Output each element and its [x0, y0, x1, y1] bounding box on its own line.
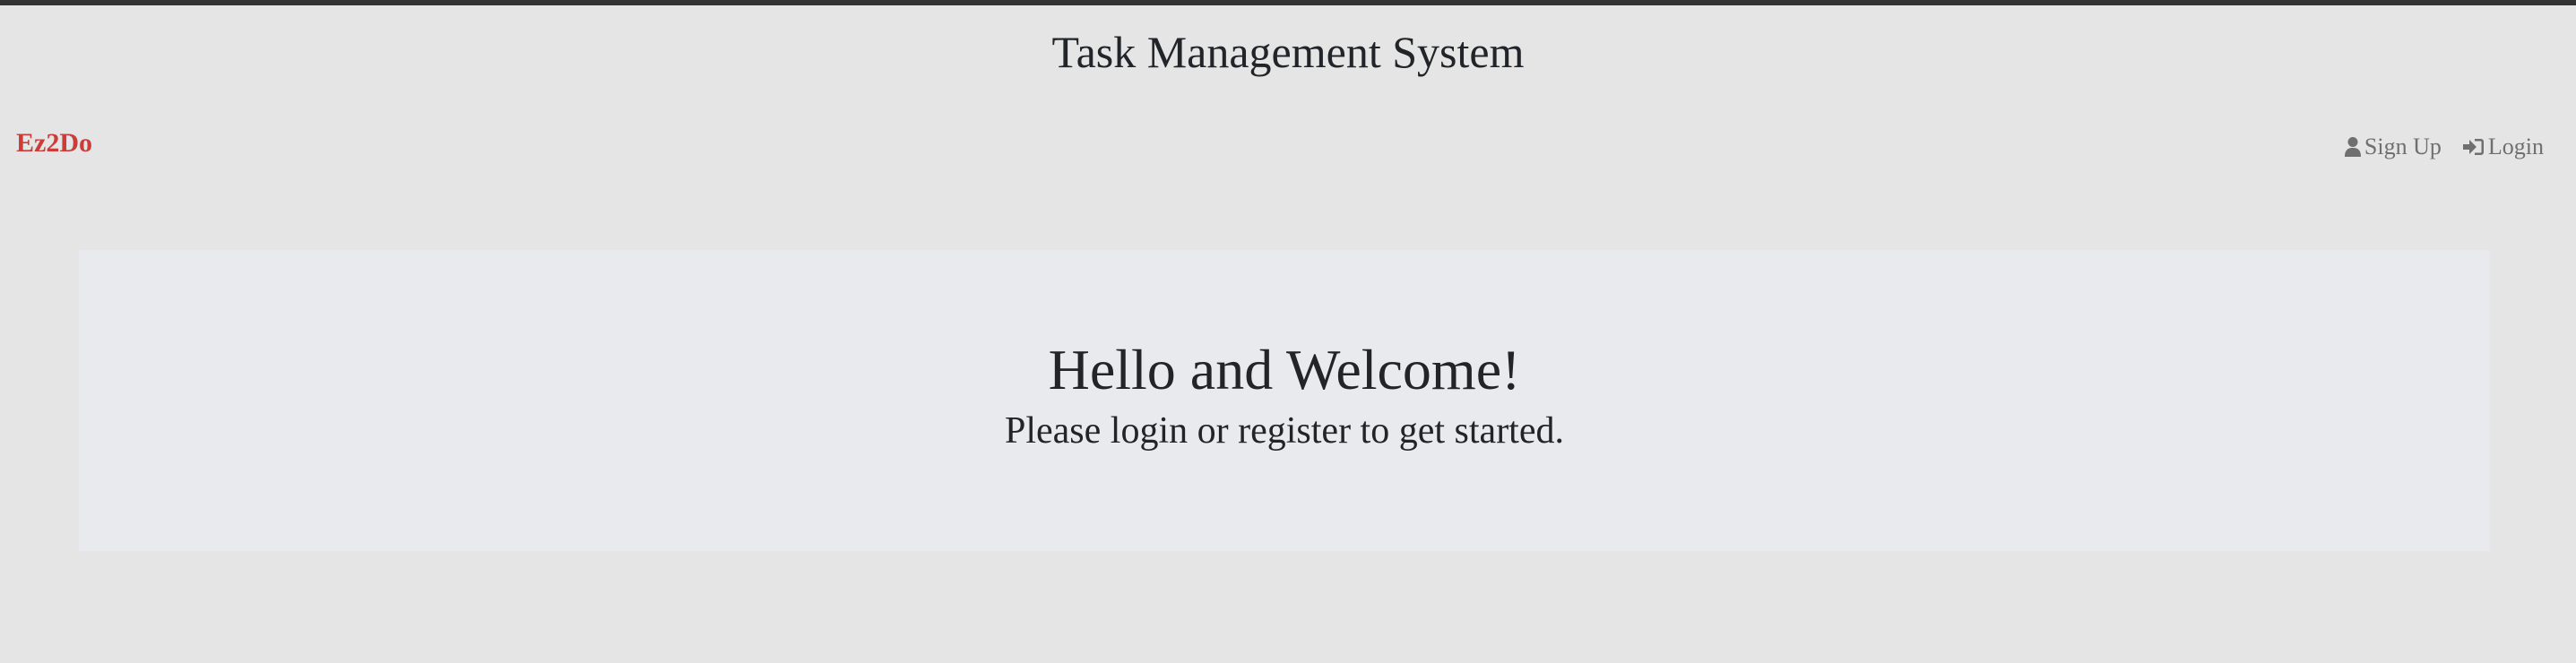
sign-up-link[interactable]: Sign Up [2344, 131, 2442, 163]
sign-in-icon [2462, 137, 2485, 157]
nav-links: Sign Up Login [2344, 131, 2544, 163]
brand-link[interactable]: Ez2Do [16, 125, 92, 161]
welcome-jumbotron: Hello and Welcome! Please login or regis… [79, 250, 2490, 551]
top-border [0, 0, 2576, 5]
login-link[interactable]: Login [2462, 131, 2544, 163]
user-icon [2344, 136, 2361, 158]
page-title: Task Management System [1051, 27, 1525, 77]
login-label: Login [2487, 133, 2544, 159]
sign-up-label: Sign Up [2364, 133, 2442, 159]
welcome-subheading: Please login or register to get started. [1005, 410, 1564, 452]
welcome-heading: Hello and Welcome! [1048, 338, 1521, 401]
